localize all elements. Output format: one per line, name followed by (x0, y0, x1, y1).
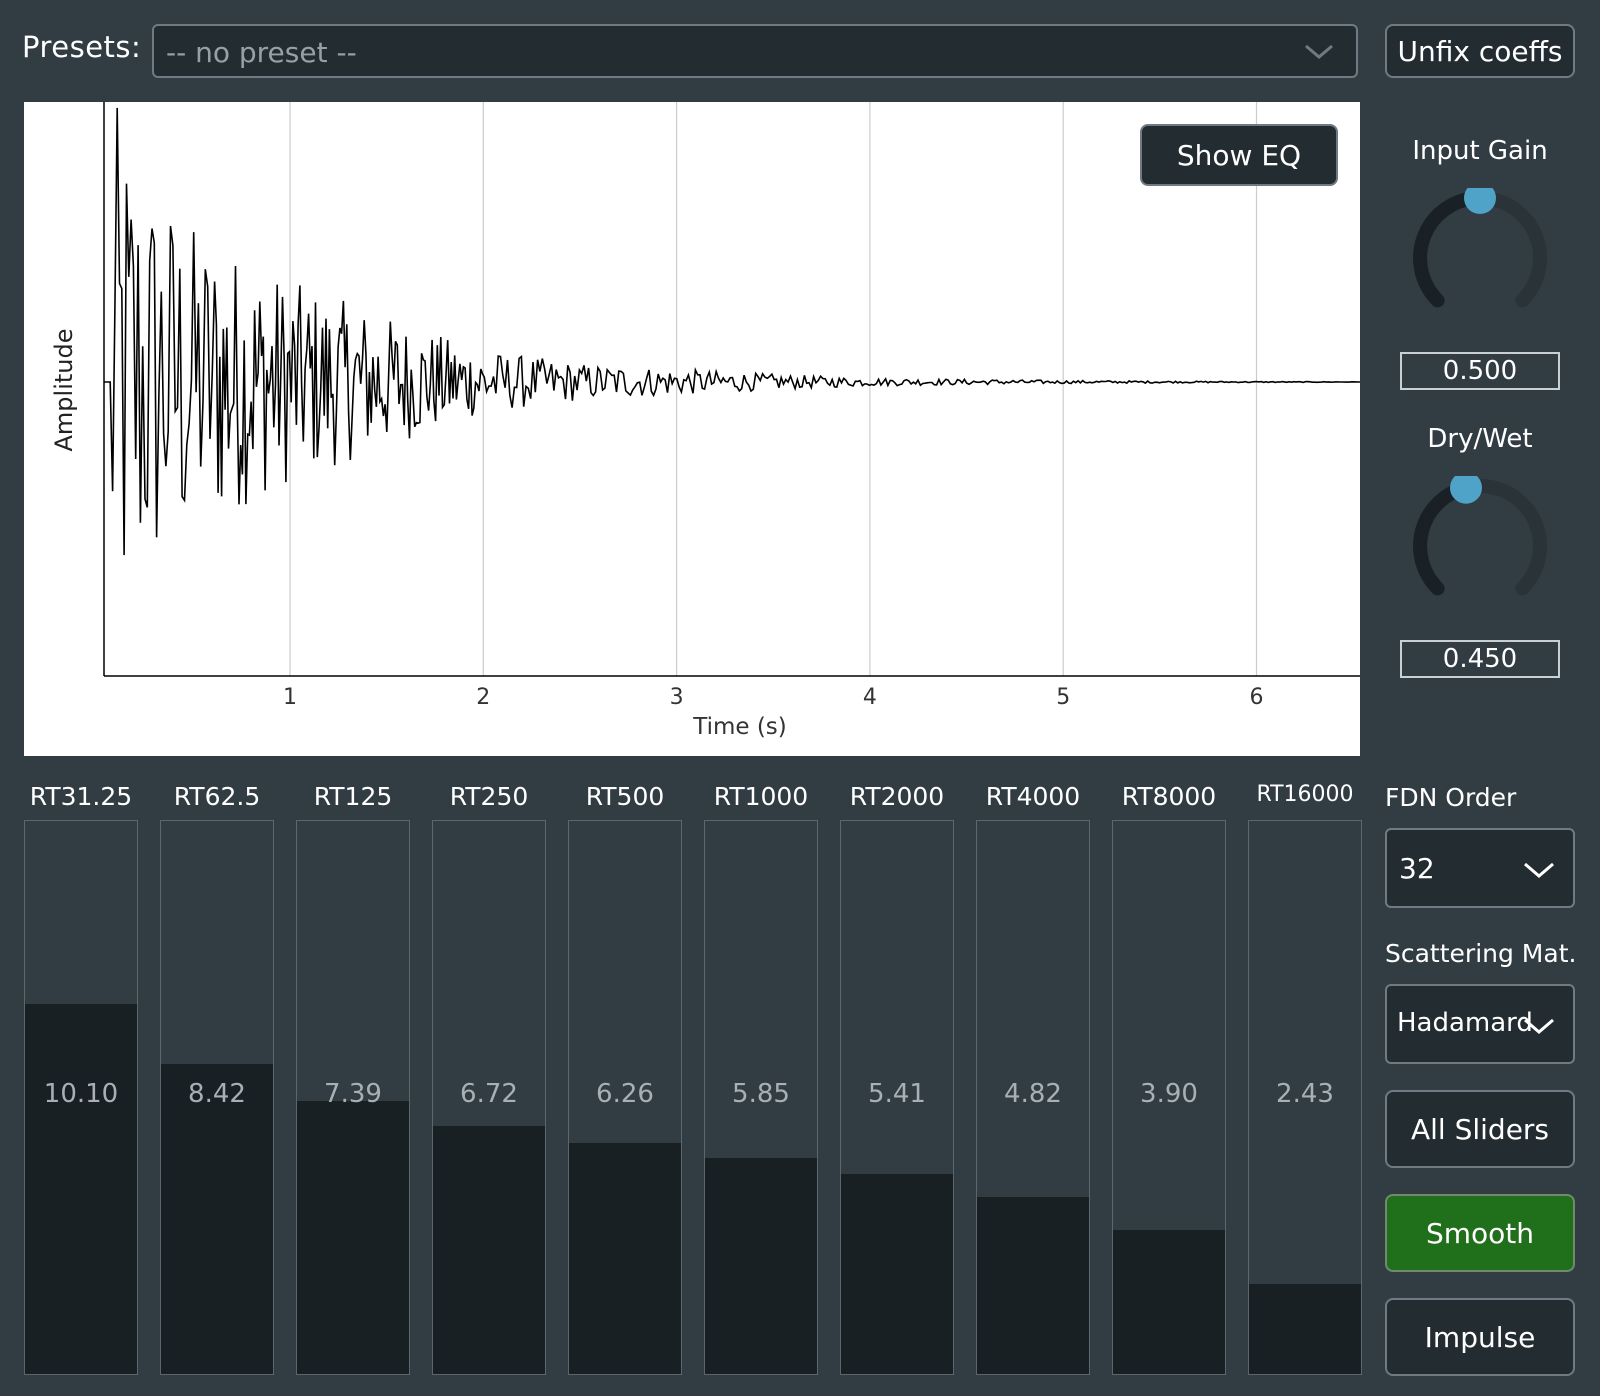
presets-label: Presets: (22, 30, 142, 64)
x-axis-label: Time (s) (692, 714, 787, 740)
rt-slider-value: 3.90 (1140, 1079, 1198, 1109)
waveform-chart: 1 2 3 4 5 6 Time (s) Amplitude (50, 102, 1361, 740)
rt-slider-fill (705, 1158, 817, 1374)
rt-slider-fill (161, 1064, 273, 1374)
rt-slider-value: 10.10 (43, 1079, 119, 1109)
rt-slider-value: 6.26 (596, 1079, 654, 1109)
rt-slider-fill (977, 1196, 1089, 1374)
dry-wet-label: Dry/Wet (1427, 424, 1533, 454)
rt-slider-fill (1249, 1284, 1361, 1374)
rt-slider-fill (569, 1143, 681, 1374)
scattering-value: Hadamard (1397, 1008, 1533, 1038)
x-tick-label: 1 (283, 685, 297, 710)
rt-slider-label: RT62.5 (173, 782, 261, 811)
rt-slider-rt1000[interactable]: 5.85 (704, 820, 818, 1375)
y-axis-label: Amplitude (50, 329, 78, 452)
rt-slider-value: 7.39 (324, 1079, 382, 1109)
rt-slider-rt250[interactable]: 6.72 (432, 820, 546, 1375)
dry-wet-value[interactable]: 0.450 (1400, 640, 1560, 678)
rt-slider-value: 8.42 (188, 1079, 246, 1109)
x-tick-label: 3 (670, 685, 684, 710)
impulse-button[interactable]: Impulse (1385, 1298, 1575, 1376)
rt-slider-label: RT31.25 (29, 782, 133, 811)
input-gain-label: Input Gain (1412, 136, 1548, 166)
show-eq-button[interactable]: Show EQ (1140, 124, 1338, 186)
impulse-response-plot: 1 2 3 4 5 6 Time (s) Amplitude Show EQ (24, 102, 1361, 756)
chevron-down-icon (1524, 1018, 1554, 1034)
chevron-down-icon (1305, 44, 1333, 59)
rt-slider-fill (25, 1003, 137, 1374)
rt-slider-value: 6.72 (460, 1079, 518, 1109)
fdn-order-label: FDN Order (1385, 783, 1517, 812)
unfix-coeffs-button[interactable]: Unfix coeffs (1385, 24, 1575, 78)
fdn-order-select[interactable]: 32 (1385, 828, 1575, 908)
rt-slider-value: 2.43 (1276, 1079, 1334, 1109)
rt-slider-rt8000[interactable]: 3.90 (1112, 820, 1226, 1375)
input-gain-knob[interactable] (1405, 188, 1555, 328)
x-tick-label: 2 (476, 685, 490, 710)
rt-slider-rt16000[interactable]: 2.43 (1248, 820, 1362, 1375)
preset-select-value: -- no preset -- (166, 36, 357, 69)
dry-wet-knob-handle (1450, 476, 1482, 504)
rt-slider-rt31.25[interactable]: 10.10 (24, 820, 138, 1375)
rt-slider-fill (433, 1126, 545, 1374)
rt-slider-rt4000[interactable]: 4.82 (976, 820, 1090, 1375)
chevron-down-icon (1524, 862, 1554, 878)
rt-slider-label: RT2000 (849, 782, 945, 811)
x-tick-label: 5 (1056, 685, 1070, 710)
rt-slider-rt125[interactable]: 7.39 (296, 820, 410, 1375)
input-gain-knob-handle (1464, 188, 1496, 214)
dry-wet-knob[interactable] (1405, 476, 1555, 616)
rt-slider-value: 4.82 (1004, 1079, 1062, 1109)
rt-slider-rt2000[interactable]: 5.41 (840, 820, 954, 1375)
rt-slider-label: RT16000 (1256, 782, 1354, 807)
smooth-button[interactable]: Smooth (1385, 1194, 1575, 1272)
rt-slider-fill (1113, 1230, 1225, 1374)
input-gain-value[interactable]: 0.500 (1400, 352, 1560, 390)
x-tick-label: 4 (863, 685, 877, 710)
rt-slider-rt62.5[interactable]: 8.42 (160, 820, 274, 1375)
fdn-order-value: 32 (1399, 852, 1435, 885)
rt-slider-rt500[interactable]: 6.26 (568, 820, 682, 1375)
x-tick-label: 6 (1250, 685, 1264, 710)
rt-slider-fill (841, 1174, 953, 1374)
rt-slider-label: RT500 (585, 782, 665, 811)
rt-slider-label: RT125 (313, 782, 393, 811)
rt-slider-value: 5.41 (868, 1079, 926, 1109)
rt-slider-fill (297, 1101, 409, 1374)
scattering-label: Scattering Mat. (1385, 939, 1577, 968)
all-sliders-button[interactable]: All Sliders (1385, 1090, 1575, 1168)
rt-slider-label: RT8000 (1121, 782, 1217, 811)
scattering-select[interactable]: Hadamard (1385, 984, 1575, 1064)
rt-slider-value: 5.85 (732, 1079, 790, 1109)
rt-slider-label: RT250 (449, 782, 529, 811)
rt-slider-label: RT1000 (713, 782, 809, 811)
rt-slider-label: RT4000 (985, 782, 1081, 811)
preset-select[interactable]: -- no preset -- (152, 24, 1358, 78)
